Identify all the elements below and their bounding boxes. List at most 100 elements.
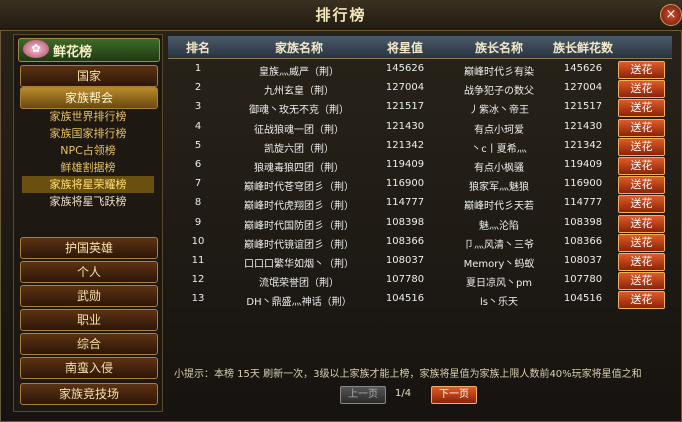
general-value-cell: 116900: [385, 178, 425, 190]
general-value-cell: 127004: [385, 82, 425, 94]
leader-name-cell: ls丶乐天: [480, 297, 518, 309]
family-name-cell: 巅峰时代镜谊团彡（荆）: [244, 239, 354, 251]
window-title: 排行榜: [315, 6, 367, 24]
leader-flowers-cell: 127004: [563, 82, 603, 94]
category-personal[interactable]: 个人: [20, 261, 158, 283]
table-row: 13 DH丶鼎盛灬神话（荆） 104516 ls丶乐天 104516 送花: [168, 291, 672, 310]
category-sidebar: ✿ 鲜花榜 国家 家族帮会 家族世界排行榜 家族国家排行榜 NPC占领榜 鲜雄割…: [13, 34, 163, 412]
leader-flowers-cell: 121430: [563, 120, 603, 132]
general-value-cell: 114777: [385, 197, 425, 209]
subcategory-general-leap[interactable]: 家族将星飞跃榜: [22, 193, 154, 210]
rank-cell: 10: [191, 235, 205, 247]
general-value-cell: 108398: [385, 216, 425, 228]
rank-cell: 4: [194, 120, 202, 132]
header-general-value: 将星值: [386, 41, 423, 55]
send-flower-button[interactable]: 送花: [618, 176, 665, 195]
flower-ranking-header[interactable]: ✿ 鲜花榜: [18, 38, 160, 62]
general-value-cell: 145626: [385, 63, 425, 74]
leader-flowers-cell: 119409: [563, 159, 603, 170]
send-flower-button[interactable]: 送花: [618, 253, 665, 271]
close-button[interactable]: ×: [660, 4, 682, 26]
leader-name-cell: 丿紫冰丶帝王: [469, 105, 529, 117]
table-row: 9 巅峰时代国防团彡（荆） 108398 魅灬沦陷 108398 送花: [168, 214, 672, 234]
leader-flowers-cell: 114777: [563, 197, 603, 209]
leader-flowers-cell: 104516: [563, 293, 603, 305]
next-page-button[interactable]: 下一页: [431, 386, 477, 404]
family-name-cell: 巅峰时代苍穹团彡（荆）: [244, 182, 354, 194]
leader-flowers-cell: 108366: [563, 235, 603, 247]
header-leader-flowers: 族长鲜花数: [552, 41, 613, 55]
leader-flowers-cell: 108037: [563, 255, 603, 266]
family-name-cell: 征战狼魂一团（荆）: [254, 124, 344, 136]
family-name-cell: 狼魂毒狼四团（荆）: [254, 163, 344, 174]
leader-name-cell: 有点小珂爱: [474, 124, 524, 136]
table-row: 10 巅峰时代镜谊团彡（荆） 108366 卩灬风清丶三爷 108366 送花: [168, 233, 672, 253]
rank-cell: 6: [194, 159, 202, 170]
subcategory-family-country[interactable]: 家族国家排行榜: [22, 125, 154, 142]
category-southern-invasion[interactable]: 南蛮入侵: [20, 357, 158, 379]
subcategory-general-glory[interactable]: 家族将星荣耀榜: [22, 176, 154, 193]
prev-page-button[interactable]: 上一页: [340, 386, 386, 404]
category-family-guild[interactable]: 家族帮会: [20, 87, 158, 109]
send-flower-button[interactable]: 送花: [618, 233, 665, 252]
send-flower-button[interactable]: 送花: [618, 137, 665, 156]
subcategory-family-world[interactable]: 家族世界排行榜: [22, 108, 154, 125]
category-national-hero[interactable]: 护国英雄: [20, 237, 158, 259]
flower-ranking-label: 鲜花榜: [53, 45, 93, 60]
leader-flowers-cell: 107780: [563, 274, 603, 286]
leader-name-cell: 丶c丨夏希灬: [471, 143, 527, 155]
table-row: 3 御魂丶玫无不克（荆） 121517 丿紫冰丶帝王 121517 送花: [168, 99, 672, 118]
category-family-arena[interactable]: 家族竞技场: [20, 383, 158, 405]
general-value-cell: 107780: [385, 274, 425, 286]
header-rank: 排名: [185, 41, 210, 55]
category-overall[interactable]: 综合: [20, 333, 158, 355]
category-merit[interactable]: 武勋: [20, 285, 158, 307]
leader-flowers-cell: 116900: [563, 178, 603, 190]
rank-cell: 1: [194, 63, 202, 74]
title-bar: 排行榜 ×: [0, 0, 682, 31]
send-flower-button[interactable]: 送花: [618, 291, 665, 310]
header-family-name: 家族名称: [274, 41, 323, 55]
general-value-cell: 108366: [385, 235, 425, 247]
subcategory-npc-occupy[interactable]: NPC占领榜: [22, 142, 154, 159]
table-row: 5 凯旋六团（荆） 121342 丶c丨夏希灬 121342 送花: [168, 137, 672, 157]
rose-icon: ✿: [23, 40, 49, 58]
table-row: 2 九州玄皇（荆） 127004 战争犯子の数父 127004 送花: [168, 80, 672, 99]
send-flower-button[interactable]: 送花: [618, 80, 665, 99]
send-flower-button[interactable]: 送花: [618, 195, 665, 214]
category-country[interactable]: 国家: [20, 65, 158, 87]
rank-cell: 5: [194, 139, 202, 151]
rank-cell: 11: [191, 255, 205, 266]
rank-cell: 13: [191, 293, 205, 305]
send-flower-button[interactable]: 送花: [618, 61, 665, 79]
send-flower-button[interactable]: 送花: [618, 157, 665, 175]
leader-name-cell: 魅灬沦陷: [479, 220, 519, 232]
family-name-cell: 九州玄皇（荆）: [264, 86, 334, 98]
family-name-cell: 巅峰时代虎翔团彡（荆）: [244, 201, 354, 213]
leader-name-cell: 狼家军灬魅狼: [469, 182, 529, 194]
send-flower-button[interactable]: 送花: [618, 99, 665, 118]
family-name-cell: DH丶鼎盛灬神话（荆）: [246, 297, 352, 309]
send-flower-button[interactable]: 送花: [618, 272, 665, 291]
subcategory-warlords[interactable]: 鲜雄割据榜: [22, 159, 154, 176]
page-indicator: 1/4: [395, 388, 412, 399]
rank-cell: 2: [194, 82, 202, 94]
family-name-cell: 皇族灬威严（荆）: [259, 67, 339, 78]
send-flower-button[interactable]: 送花: [618, 118, 665, 137]
leader-name-cell: 巅峰时代彡天若: [464, 201, 534, 213]
tip-text: 小提示：本榜 15天 刷新一次，3级以上家族才能上榜，家族将星值为家族上限人数前…: [174, 369, 642, 380]
header-leader-name: 族长名称: [474, 41, 523, 55]
family-name-cell: 凯旋六团（荆）: [264, 143, 334, 155]
leader-name-cell: 有点小枫骚: [474, 163, 524, 174]
table-row: 7 巅峰时代苍穹团彡（荆） 116900 狼家军灬魅狼 116900 送花: [168, 176, 672, 195]
rank-cell: 12: [191, 274, 205, 286]
send-flower-button[interactable]: 送花: [618, 214, 665, 233]
general-value-cell: 119409: [385, 159, 425, 170]
table-header: 排名 家族名称 将星值 族长名称 族长鲜花数: [168, 36, 672, 59]
category-profession[interactable]: 职业: [20, 309, 158, 331]
family-name-cell: 口口口繁华如烟丶（荆）: [244, 259, 354, 270]
ranking-table: 排名 家族名称 将星值 族长名称 族长鲜花数 1 皇族灬威严（荆） 145626 巅峰…: [168, 36, 672, 336]
leader-name-cell: 战争犯子の数父: [464, 86, 534, 98]
table-row: 11 口口口繁华如烟丶（荆） 108037 Memory丶蚂蚁 108037 送花: [168, 253, 672, 272]
leader-name-cell: 卩灬风清丶三爷: [464, 239, 534, 251]
